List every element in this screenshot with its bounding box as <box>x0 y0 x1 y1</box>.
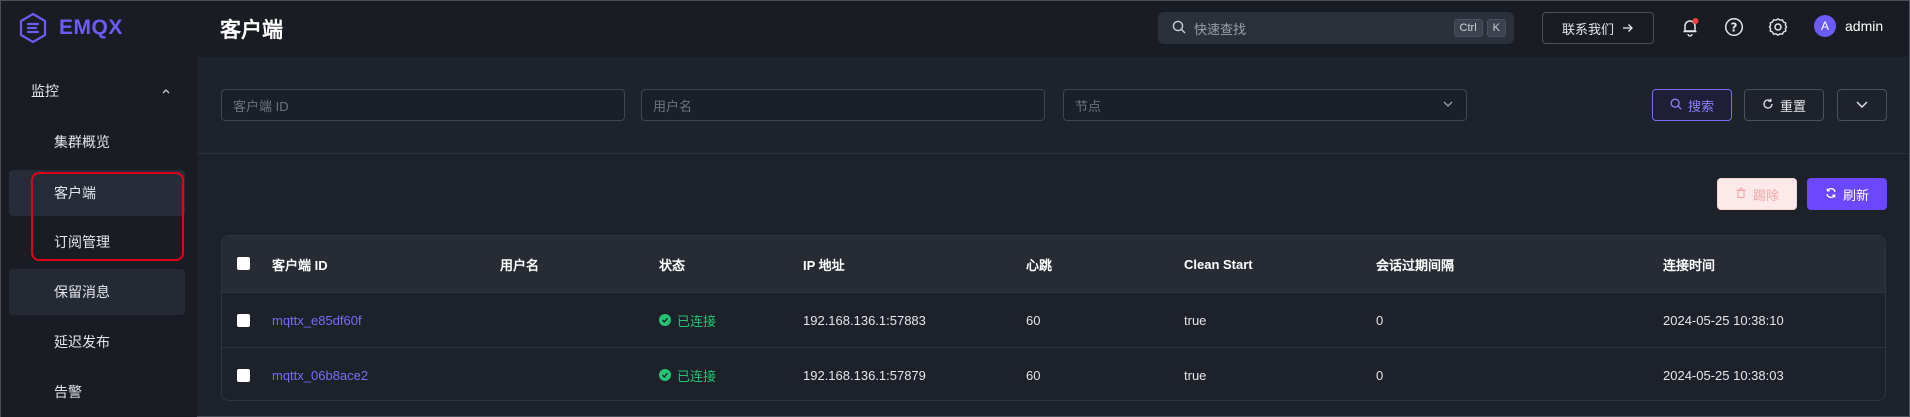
column-header: Clean Start <box>1184 256 1253 272</box>
connected-at-cell: 2024-05-25 10:38:03 <box>1663 367 1784 383</box>
contact-us-button[interactable]: 联系我们 <box>1542 12 1654 44</box>
expand-filters-button[interactable] <box>1837 89 1887 121</box>
refresh-button-label: 刷新 <box>1842 187 1869 203</box>
clients-table: 客户端 ID 用户名 状态 IP 地址 心跳 Clean Start 会话过期间… <box>221 235 1886 401</box>
sidebar-item-label: 延迟发布 <box>54 334 110 350</box>
help-icon[interactable]: ? <box>1723 16 1745 38</box>
client-id-input[interactable]: 客户端 ID <box>221 89 625 121</box>
username-label: admin <box>1845 18 1884 34</box>
clean-start-cell: true <box>1184 312 1207 328</box>
sidebar-group-label: 监控 <box>31 83 59 99</box>
client-id-placeholder: 客户端 ID <box>233 98 289 114</box>
sidebar-item-label: 集群概览 <box>54 134 110 150</box>
table-row[interactable]: mqttx_e85df60f 已连接 192.168.136.1:57883 6… <box>222 292 1885 347</box>
highlight-annotation-box <box>31 172 184 261</box>
sidebar: EMQX 监控 集群概览 客户端 订阅管理 保留消息 延迟发布 告警 <box>1 1 197 417</box>
top-bar: 客户端 快速查找 Ctrl K 联系我们 ? A admin <box>197 1 1909 57</box>
check-circle-icon <box>659 369 671 381</box>
column-header: 客户端 ID <box>272 257 328 273</box>
column-header: 用户名 <box>500 257 540 273</box>
row-checkbox[interactable] <box>237 369 250 382</box>
node-placeholder: 节点 <box>1075 98 1102 114</box>
bell-icon[interactable] <box>1679 16 1701 38</box>
ip-cell: 192.168.136.1:57883 <box>803 312 926 328</box>
status-label: 已连接 <box>677 313 717 329</box>
shortcut-key-ctrl: Ctrl <box>1453 19 1483 37</box>
shortcut-key-k: K <box>1486 19 1506 37</box>
user-menu[interactable]: A admin <box>1814 15 1883 37</box>
username-placeholder: 用户名 <box>653 98 693 114</box>
status-badge: 已连接 <box>659 311 716 330</box>
username-input[interactable]: 用户名 <box>641 89 1045 121</box>
check-circle-icon <box>659 314 671 326</box>
sidebar-item-retained-messages[interactable]: 保留消息 <box>9 269 185 315</box>
connected-at-cell: 2024-05-25 10:38:10 <box>1663 312 1784 328</box>
svg-text:?: ? <box>1731 21 1738 35</box>
app-name: EMQX <box>59 16 123 39</box>
clean-start-cell: true <box>1184 367 1207 383</box>
logo[interactable]: EMQX <box>17 10 123 46</box>
keepalive-cell: 60 <box>1026 367 1041 383</box>
trash-icon <box>1735 187 1747 202</box>
column-header: IP 地址 <box>803 257 845 273</box>
keepalive-cell: 60 <box>1026 312 1041 328</box>
column-header: 会话过期间隔 <box>1376 257 1455 273</box>
ip-cell: 192.168.136.1:57879 <box>803 367 926 383</box>
table-row[interactable]: mqttx_06b8ace2 已连接 192.168.136.1:57879 6… <box>222 347 1885 400</box>
node-select[interactable]: 节点 <box>1063 89 1467 121</box>
search-placeholder: 快速查找 <box>1194 21 1247 37</box>
search-button[interactable]: 搜索 <box>1652 89 1732 121</box>
column-header: 心跳 <box>1026 257 1053 273</box>
select-all-checkbox[interactable] <box>237 257 250 270</box>
arrow-right-icon <box>1622 21 1634 36</box>
column-header: 连接时间 <box>1663 257 1716 273</box>
filter-bar: 客户端 ID 用户名 节点 搜索 重置 <box>197 57 1909 154</box>
row-checkbox[interactable] <box>237 314 250 327</box>
reset-icon <box>1762 98 1774 113</box>
sidebar-item-cluster-overview[interactable]: 集群概览 <box>9 119 185 165</box>
search-button-label: 搜索 <box>1687 98 1714 114</box>
refresh-button[interactable]: 刷新 <box>1807 178 1887 210</box>
gear-icon[interactable] <box>1767 16 1789 38</box>
column-header: 状态 <box>659 257 686 273</box>
sidebar-item-delayed-publish[interactable]: 延迟发布 <box>9 319 185 365</box>
expiry-cell: 0 <box>1376 312 1384 328</box>
reset-button-label: 重置 <box>1779 98 1806 114</box>
search-icon <box>1172 20 1186 37</box>
chevron-up-icon <box>161 83 171 99</box>
table-header: 客户端 ID 用户名 状态 IP 地址 心跳 Clean Start 会话过期间… <box>222 236 1885 292</box>
avatar: A <box>1814 15 1836 37</box>
main-content: 踢除 刷新 客户端 ID 用户名 状态 IP 地址 心跳 Clean Start… <box>197 154 1909 416</box>
search-icon <box>1670 98 1682 113</box>
quick-search[interactable]: 快速查找 Ctrl K <box>1158 12 1514 44</box>
chevron-down-icon <box>1442 98 1454 113</box>
kick-button-label: 踢除 <box>1752 187 1779 203</box>
refresh-icon <box>1825 187 1837 202</box>
kick-button[interactable]: 踢除 <box>1717 178 1797 210</box>
sidebar-group-monitor[interactable]: 监控 <box>9 71 185 111</box>
contact-us-label: 联系我们 <box>1561 21 1614 37</box>
expiry-cell: 0 <box>1376 367 1384 383</box>
sidebar-item-label: 保留消息 <box>54 284 110 300</box>
status-badge: 已连接 <box>659 366 716 385</box>
sidebar-item-label: 告警 <box>54 384 82 400</box>
client-id-link[interactable]: mqttx_e85df60f <box>272 313 362 328</box>
chevron-down-icon <box>1855 97 1869 114</box>
client-id-link[interactable]: mqttx_06b8ace2 <box>272 368 368 383</box>
page-title: 客户端 <box>220 19 283 42</box>
emqx-logo-icon <box>17 12 49 44</box>
sidebar-item-alarms[interactable]: 告警 <box>9 369 185 415</box>
reset-button[interactable]: 重置 <box>1744 89 1824 121</box>
status-label: 已连接 <box>677 368 717 384</box>
